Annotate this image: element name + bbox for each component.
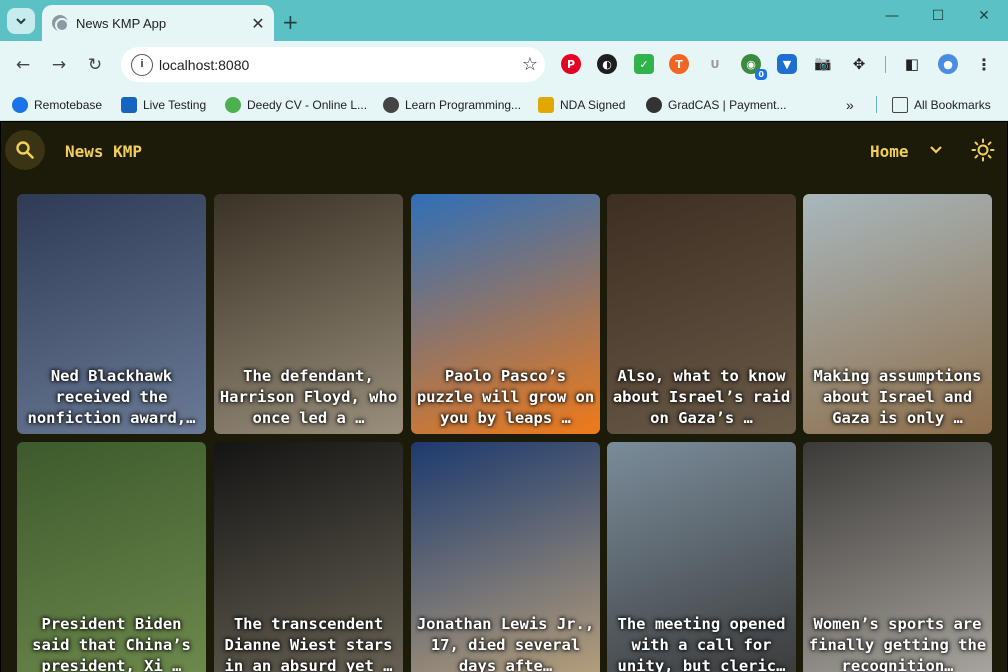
vpn-extension-icon[interactable]: ▼	[777, 54, 797, 74]
sun-icon[interactable]	[971, 138, 995, 162]
back-icon[interactable]: ←	[11, 53, 35, 77]
folder-icon	[892, 97, 908, 113]
deedy-cv-icon	[225, 97, 241, 113]
article-card[interactable]: President Biden said that China’s presid…	[17, 442, 206, 672]
article-card[interactable]: Paolo Pasco’s puzzle will grow on you by…	[411, 194, 600, 434]
browser-tab[interactable]: News KMP App ✕	[42, 5, 274, 41]
kebab-menu-icon[interactable]: ⋮	[974, 54, 994, 74]
address-url[interactable]: localhost:8080	[159, 57, 515, 73]
bookmark-item[interactable]: Live Testing	[121, 93, 206, 117]
bookmark-item[interactable]: Learn Programming...	[383, 93, 521, 117]
profile-avatar[interactable]: ●	[938, 54, 958, 74]
chevron-down-icon	[16, 18, 26, 25]
learn-programming-icon	[383, 97, 399, 113]
article-title: Ned Blackhawk received the nonfiction aw…	[27, 367, 196, 427]
article-title: The transcendent Dianne Wiest stars in a…	[224, 615, 393, 672]
bookmark-label: NDA Signed	[560, 98, 626, 112]
browser-tab-strip: News KMP App ✕ + — ☐ ✕	[0, 0, 1008, 41]
bookmark-item[interactable]: GradCAS | Payment...	[646, 93, 787, 117]
globe-icon	[646, 97, 662, 113]
bookmark-item[interactable]: Deedy CV - Online L...	[225, 93, 367, 117]
article-title: Making assumptions about Israel and Gaza…	[813, 367, 982, 427]
shield-extension-icon[interactable]: ✓	[634, 54, 654, 74]
extension-icon[interactable]: U	[705, 54, 725, 74]
article-card[interactable]: The meeting opened with a call for unity…	[607, 442, 796, 672]
all-bookmarks-label: All Bookmarks	[914, 98, 991, 112]
bookmark-label: Remotebase	[34, 98, 103, 112]
article-title: Jonathan Lewis Jr., 17, died several day…	[416, 615, 595, 672]
app-title: News KMP	[65, 142, 143, 161]
reload-icon[interactable]: ↻	[83, 53, 107, 77]
bookmarks-divider	[876, 96, 877, 113]
bookmark-label: Deedy CV - Online L...	[247, 98, 368, 112]
home-menu-label[interactable]: Home	[870, 142, 909, 161]
puzzle-icon[interactable]: ✥	[849, 54, 869, 74]
close-icon[interactable]: ✕	[248, 13, 268, 33]
article-card[interactable]: The transcendent Dianne Wiest stars in a…	[214, 442, 403, 672]
search-icon	[16, 141, 34, 159]
extension-icon[interactable]: T	[669, 54, 689, 74]
extension-badge: 0	[755, 69, 767, 80]
globe-icon	[52, 15, 69, 32]
address-bar[interactable]: i localhost:8080 ☆	[121, 47, 545, 82]
remotebase-icon	[12, 97, 28, 113]
tab-search-button[interactable]	[7, 8, 35, 34]
all-bookmarks-button[interactable]: All Bookmarks	[892, 93, 991, 117]
article-card[interactable]: Ned Blackhawk received the nonfiction aw…	[17, 194, 206, 434]
article-title: Also, what to know about Israel’s raid o…	[612, 367, 791, 427]
article-card[interactable]: Also, what to know about Israel’s raid o…	[607, 194, 796, 434]
download-icon	[538, 97, 554, 113]
maximize-icon[interactable]: ☐	[926, 8, 950, 24]
tab-title: News KMP App	[76, 15, 167, 31]
forward-icon[interactable]: →	[47, 53, 71, 77]
new-tab-button[interactable]: +	[282, 10, 299, 34]
article-card[interactable]: Making assumptions about Israel and Gaza…	[803, 194, 992, 434]
bookmark-label: Live Testing	[143, 98, 207, 112]
article-card[interactable]: The defendant, Harrison Floyd, who once …	[214, 194, 403, 434]
camera-extension-icon[interactable]: 📷	[813, 54, 833, 74]
browser-toolbar: ← → ↻ i localhost:8080 ☆ P ◐ ✓ T U ◉ 0 ▼ …	[0, 41, 1008, 88]
article-title: Women’s sports are finally getting the r…	[808, 615, 987, 672]
bookmark-label: Learn Programming...	[405, 98, 522, 112]
article-title: The defendant, Harrison Floyd, who once …	[219, 367, 398, 427]
bookmarks-bar: Remotebase Live Testing Deedy CV - Onlin…	[0, 88, 1008, 121]
bookmark-label: GradCAS | Payment...	[668, 98, 787, 112]
site-info-icon[interactable]: i	[131, 53, 153, 76]
search-button[interactable]	[5, 130, 45, 170]
extension-icon[interactable]: ◉ 0	[741, 54, 767, 80]
live-testing-icon	[121, 97, 137, 113]
bookmark-star-icon[interactable]: ☆	[515, 54, 545, 75]
toolbar-divider	[885, 56, 886, 73]
article-title: The meeting opened with a call for unity…	[617, 615, 786, 672]
article-title: President Biden said that China’s presid…	[32, 615, 191, 672]
bookmark-item[interactable]: Remotebase	[12, 93, 102, 117]
article-card[interactable]: Women’s sports are finally getting the r…	[803, 442, 992, 672]
minimize-icon[interactable]: —	[880, 8, 904, 24]
chevron-down-icon[interactable]	[926, 140, 946, 160]
article-title: Paolo Pasco’s puzzle will grow on you by…	[416, 367, 595, 427]
more-bookmarks-icon[interactable]: »	[846, 93, 854, 117]
extension-icon[interactable]: ◐	[597, 54, 617, 74]
news-app: News KMP Home Ned Blackhawk received the…	[1, 122, 1007, 672]
bookmark-item[interactable]: NDA Signed	[538, 93, 625, 117]
window-close-icon[interactable]: ✕	[972, 8, 996, 24]
app-bar: News KMP Home	[1, 122, 1007, 180]
pinterest-extension-icon[interactable]: P	[561, 54, 581, 74]
side-panel-icon[interactable]: ◧	[902, 54, 922, 74]
article-card[interactable]: Jonathan Lewis Jr., 17, died several day…	[411, 442, 600, 672]
